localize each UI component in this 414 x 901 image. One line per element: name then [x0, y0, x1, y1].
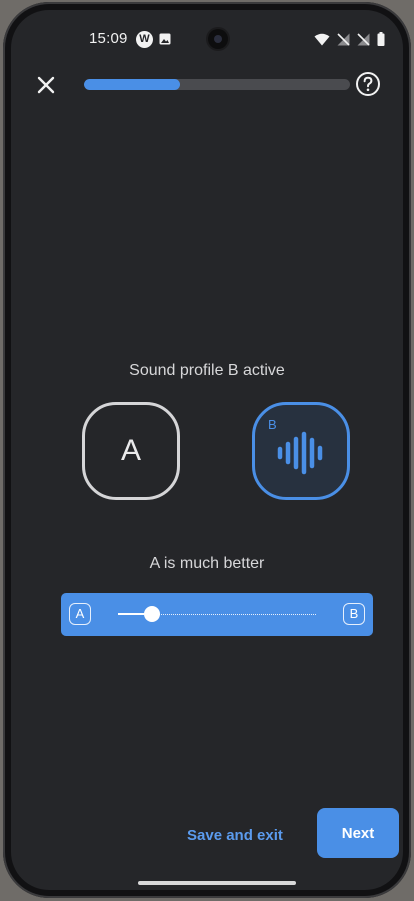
close-icon[interactable] — [33, 72, 59, 98]
active-profile-status: Sound profile B active — [129, 362, 285, 379]
slider-thumb[interactable] — [143, 606, 160, 622]
image-notification-icon — [159, 33, 171, 45]
sound-wave-icon — [277, 431, 323, 475]
slider-label-a: A — [69, 603, 91, 625]
progress-bar — [84, 79, 350, 90]
preference-slider: A B — [61, 593, 373, 636]
sound-profile-b-button[interactable]: B — [252, 402, 350, 500]
system-icons — [314, 32, 385, 46]
preference-rating-text: A is much better — [149, 555, 265, 572]
profile-b-letter: B — [268, 417, 277, 432]
app-notification-icon: W — [136, 31, 153, 48]
wifi-icon — [314, 33, 330, 45]
status-bar: 15:09 W — [11, 10, 403, 66]
sound-profile-a-button[interactable]: A — [82, 402, 180, 500]
home-indicator[interactable] — [138, 881, 296, 885]
slider-label-b: B — [343, 603, 365, 625]
next-button[interactable]: Next — [317, 808, 399, 858]
profile-a-letter: A — [120, 434, 141, 467]
signal-off-icon — [357, 32, 370, 46]
phone-frame: 15:09 W Sound profile B active A B A is … — [3, 2, 411, 898]
progress-fill — [84, 79, 180, 90]
signal-off-icon — [337, 32, 350, 46]
front-camera — [208, 29, 228, 49]
save-and-exit-button[interactable]: Save and exit — [187, 827, 283, 844]
battery-icon — [377, 32, 385, 46]
status-time: 15:09 — [89, 30, 128, 47]
app-screen: 15:09 W Sound profile B active A B A is … — [11, 10, 403, 890]
help-icon[interactable] — [355, 71, 381, 97]
